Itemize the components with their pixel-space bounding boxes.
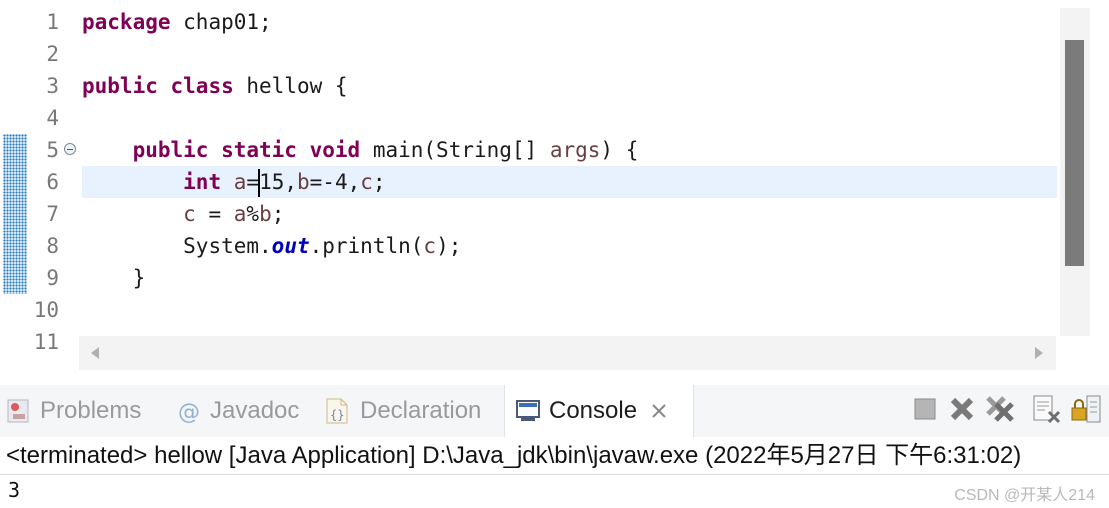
view-tab-bar: Problems @ Javadoc {} Declaration Consol… — [0, 385, 1109, 437]
code-text: =-4, — [309, 170, 361, 194]
tab-label: Javadoc — [210, 397, 300, 424]
scroll-lock-icon[interactable] — [1070, 394, 1101, 424]
at-icon: @ — [176, 397, 202, 425]
code-line[interactable]: package chap01; — [82, 6, 1057, 38]
console-output-text: 3 — [8, 478, 21, 502]
line-number: 10 — [33, 298, 59, 322]
line-number: 1 — [46, 10, 59, 34]
code-text: main(String[] — [360, 138, 550, 162]
code-text: } — [82, 330, 95, 332]
svg-text:@: @ — [178, 400, 200, 425]
code-text: ; — [271, 202, 285, 226]
tab-label: Declaration — [360, 397, 482, 424]
code-text: .println( — [309, 234, 424, 258]
code-line[interactable]: } — [82, 326, 1057, 332]
console-icon — [515, 398, 541, 424]
collapse-icon[interactable] — [64, 143, 76, 155]
variable: a — [233, 170, 247, 194]
scroll-left-icon[interactable] — [91, 347, 99, 359]
code-text: ) { — [600, 138, 639, 162]
line-number: 11 — [33, 330, 59, 354]
code-text: System. — [183, 234, 272, 258]
line-number: 8 — [46, 234, 59, 258]
line-number: 7 — [46, 202, 59, 226]
scrollbar-thumb[interactable] — [1065, 40, 1084, 266]
code-text: = — [195, 202, 234, 226]
annotation-highlight-bar — [3, 134, 27, 294]
code-text: ); — [436, 234, 462, 258]
line-number: 2 — [46, 42, 59, 66]
code-line[interactable]: } — [82, 262, 1057, 294]
problems-icon — [6, 397, 32, 425]
variable: c — [423, 234, 437, 258]
line-number: 9 — [46, 266, 59, 290]
keyword: public — [132, 138, 209, 162]
line-number-gutter: 1 2 3 4 5 6 7 8 9 10 11 — [27, 6, 79, 358]
line-number-with-fold: 5 — [27, 134, 79, 166]
line-number: 5 — [46, 138, 59, 162]
code-line[interactable] — [82, 102, 1057, 134]
keyword: package — [82, 10, 171, 34]
code-text: ; — [372, 170, 386, 194]
terminate-icon[interactable] — [911, 394, 941, 424]
code-text: % — [246, 202, 260, 226]
tab-label: Problems — [40, 397, 142, 424]
tab-javadoc[interactable]: @ Javadoc — [176, 385, 299, 437]
keyword: int — [183, 170, 222, 194]
vertical-scrollbar[interactable] — [1060, 8, 1090, 336]
watermark: CSDN @开某人214 — [954, 487, 1095, 504]
scroll-right-icon[interactable] — [1035, 347, 1043, 359]
code-text: hellow { — [233, 74, 348, 98]
variable: a — [233, 202, 247, 226]
code-line[interactable]: public static void main(String[] args) { — [82, 134, 1057, 166]
code-text: 15, — [259, 170, 297, 194]
tab-label: Console — [549, 397, 638, 424]
code-area[interactable]: package chap01; public class hellow { pu… — [82, 6, 1057, 332]
code-line[interactable]: public class hellow { — [82, 70, 1057, 102]
code-line[interactable] — [82, 38, 1057, 70]
close-icon[interactable] — [649, 401, 669, 421]
code-line-current[interactable]: int a=15,b=-4,c; — [82, 166, 1057, 198]
variable: b — [259, 202, 272, 226]
remove-all-terminated-icon[interactable] — [984, 394, 1014, 424]
code-text: } — [82, 266, 146, 290]
svg-text:{}: {} — [330, 408, 344, 422]
code-line[interactable] — [82, 294, 1057, 326]
variable: b — [297, 170, 310, 194]
keyword: class — [170, 74, 234, 98]
code-text: chap01; — [170, 10, 272, 34]
variable: c — [360, 170, 373, 194]
keyword: public — [82, 74, 158, 98]
parameter: args — [549, 138, 601, 162]
remove-launch-icon[interactable] — [947, 394, 977, 424]
keyword: static — [221, 138, 297, 162]
clear-console-icon[interactable] — [1031, 394, 1061, 424]
keyword: void — [309, 138, 361, 162]
horizontal-scrollbar[interactable] — [79, 336, 1056, 370]
code-editor[interactable]: 1 2 3 4 5 6 7 8 9 10 11 package chap01; … — [0, 0, 1109, 372]
code-line[interactable]: System.out.println(c); — [82, 230, 1057, 262]
static-field: out — [271, 234, 310, 258]
line-number: 6 — [46, 170, 59, 194]
line-number: 4 — [46, 106, 59, 130]
tab-declaration[interactable]: {} Declaration — [324, 385, 481, 437]
line-number: 3 — [46, 74, 59, 98]
code-line[interactable]: c = a%b; — [82, 198, 1057, 230]
console-output[interactable]: 3 CSDN @开某人214 — [0, 475, 1109, 508]
tab-console[interactable]: Console — [504, 385, 694, 437]
tab-problems[interactable]: Problems — [6, 385, 141, 437]
console-status-line: <terminated> hellow [Java Application] D… — [0, 437, 1109, 475]
variable: c — [183, 202, 196, 226]
declaration-icon: {} — [324, 396, 352, 426]
